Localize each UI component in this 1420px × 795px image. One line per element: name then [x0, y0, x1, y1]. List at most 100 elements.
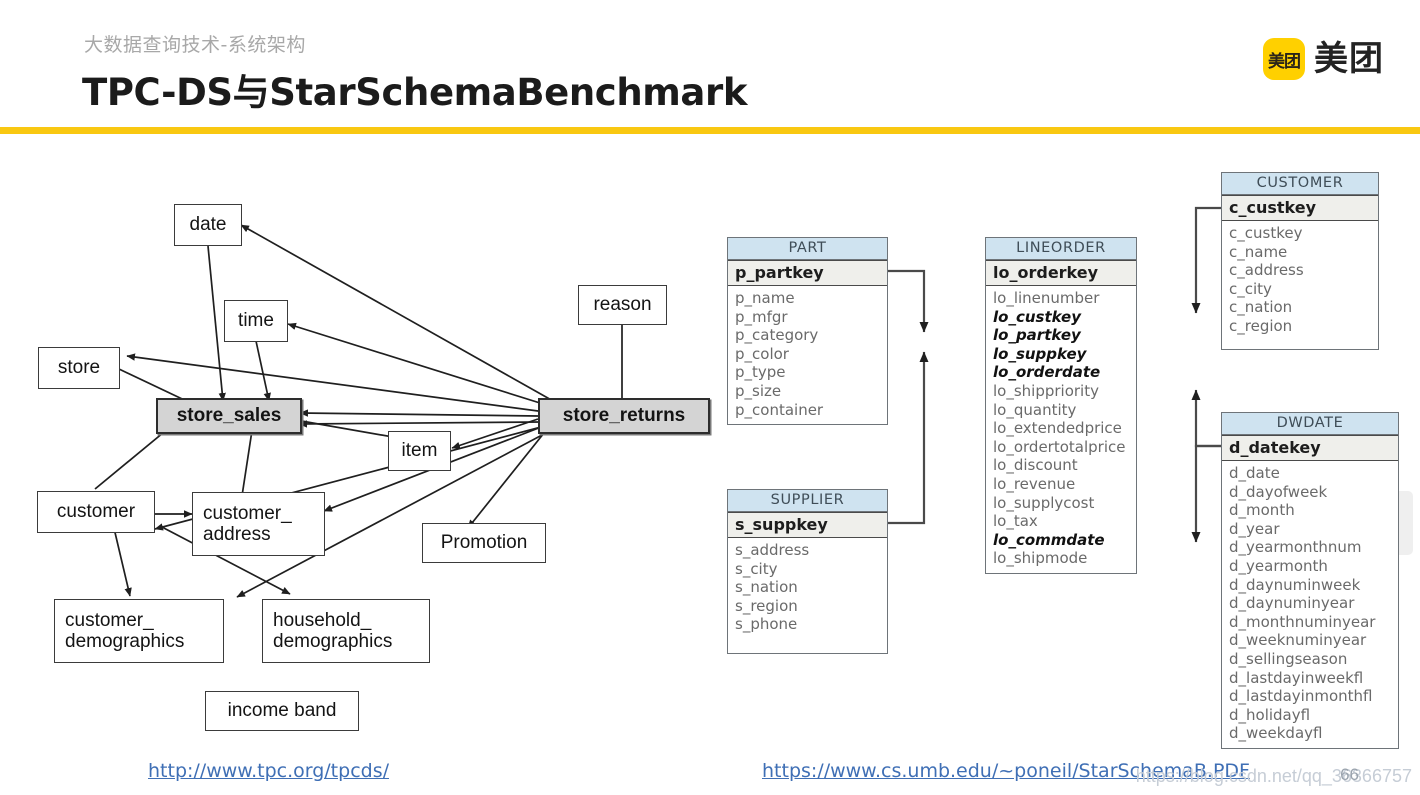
er-node-reason[interactable]: reason [578, 285, 667, 325]
accent-divider [0, 127, 1420, 134]
er-node-promotion[interactable]: Promotion [422, 523, 546, 563]
er-node-time[interactable]: time [224, 300, 288, 342]
table-primary-key: c_custkey [1222, 195, 1378, 221]
er-node-label: time [238, 310, 274, 332]
table-primary-key: p_partkey [728, 260, 887, 286]
table-column: lo_discount [993, 456, 1078, 475]
er-node-household-demographics[interactable]: household_ demographics [262, 599, 430, 663]
er-node-item[interactable]: item [388, 431, 451, 471]
table-column: lo_linenumber [993, 289, 1100, 307]
page-title: TPC-DS与StarSchemaBenchmark [82, 71, 748, 114]
table-column: c_address [1229, 261, 1304, 280]
table-column: d_date [1229, 464, 1280, 482]
table-column-spacer [735, 634, 887, 648]
table-header: PART [728, 238, 887, 260]
table-primary-key: lo_orderkey [986, 260, 1136, 286]
table-header: LINEORDER [986, 238, 1136, 260]
slide-kicker: 大数据查询技术-系统架构 [84, 34, 306, 56]
table-column: lo_shipmode [993, 549, 1088, 568]
table-column: lo_quantity [993, 400, 1077, 419]
table-column: s_nation [735, 578, 798, 597]
schema-table-lineorder[interactable]: LINEORDER lo_orderkey lo_linenumber lo_c… [985, 237, 1137, 574]
er-node-label: income band [227, 700, 337, 722]
meituan-logo: 美团 美团 [1263, 36, 1384, 82]
table-column: p_container [735, 400, 824, 419]
table-column-fk: lo_commdate [993, 530, 1105, 549]
er-node-label: item [401, 440, 438, 462]
table-column: p_category [735, 326, 819, 345]
er-node-date[interactable]: date [174, 204, 242, 246]
er-node-label: customer_ demographics [65, 609, 185, 652]
table-column: d_sellingseason [1229, 649, 1348, 668]
table-column: s_phone [735, 615, 798, 634]
table-column: d_daynuminyear [1229, 594, 1355, 613]
table-column-fk: lo_partkey [993, 326, 1081, 345]
er-node-label: date [189, 214, 227, 236]
table-column: lo_extendedprice [993, 419, 1122, 438]
table-column-fk: lo_orderdate [993, 363, 1101, 382]
er-node-label: reason [593, 294, 652, 316]
er-node-label: household_ demographics [273, 609, 393, 652]
table-column: c_region [1229, 316, 1293, 335]
slide-header: 大数据查询技术-系统架构 TPC-DS与StarSchemaBenchmark … [0, 0, 1420, 128]
er-node-store[interactable]: store [38, 347, 120, 389]
table-column: c_city [1229, 279, 1272, 298]
table-columns: c_custkey c_name c_address c_city c_nati… [1222, 221, 1378, 349]
table-column: s_city [735, 559, 778, 578]
table-column: d_yearmonth [1229, 556, 1328, 575]
er-node-label: customer_ address [203, 502, 292, 545]
table-column: d_lastdayinmonthfl [1229, 687, 1373, 706]
table-column: c_name [1229, 242, 1288, 261]
er-node-store-returns[interactable]: store_returns [538, 398, 710, 434]
schema-table-part[interactable]: PART p_partkey p_name p_mfgr p_category … [727, 237, 888, 426]
table-column: d_daynuminweek [1229, 575, 1361, 594]
table-column: d_weeknuminyear [1229, 631, 1367, 650]
er-node-label: Promotion [440, 532, 528, 554]
table-column-spacer [1229, 336, 1378, 344]
er-node-store-sales[interactable]: store_sales [156, 398, 302, 434]
table-column: s_region [735, 596, 798, 615]
er-node-income-band[interactable]: income band [205, 691, 359, 731]
table-column: lo_revenue [993, 474, 1076, 493]
table-column: d_weekdayfl [1229, 724, 1323, 743]
table-column: lo_supplycost [993, 493, 1095, 512]
table-column: c_nation [1229, 298, 1293, 317]
csdn-watermark: https://blog.csdn.net/qq_36366757 [1135, 766, 1412, 786]
slide-body: date time store store_sales store_return… [0, 134, 1420, 795]
meituan-badge-icon: 美团 [1263, 38, 1305, 80]
schema-table-customer[interactable]: CUSTOMER c_custkey c_custkey c_name c_ad… [1221, 172, 1379, 350]
table-column: d_yearmonthnum [1229, 538, 1362, 557]
table-column: d_month [1229, 501, 1295, 520]
table-column: p_mfgr [735, 307, 788, 326]
table-header: DWDATE [1222, 413, 1398, 435]
table-columns: lo_linenumber lo_custkey lo_partkey lo_s… [986, 286, 1136, 573]
er-node-label: store [57, 357, 101, 379]
table-column: d_dayofweek [1229, 482, 1328, 501]
table-primary-key: d_datekey [1222, 435, 1398, 461]
table-column: p_name [735, 289, 795, 307]
table-columns: p_name p_mfgr p_category p_color p_type … [728, 286, 887, 424]
er-node-label: customer [56, 501, 136, 523]
table-column-fk: lo_custkey [993, 307, 1082, 326]
page-number: 66 [1340, 765, 1359, 784]
schema-table-supplier[interactable]: SUPPLIER s_suppkey s_address s_city s_na… [727, 489, 888, 654]
er-node-customer-demographics[interactable]: customer_ demographics [54, 599, 224, 663]
table-column: d_year [1229, 519, 1280, 538]
er-node-customer[interactable]: customer [37, 491, 155, 533]
table-column: d_holidayfl [1229, 705, 1311, 724]
table-column: s_address [735, 541, 810, 559]
meituan-badge-label: 美团 [1268, 51, 1301, 72]
tpcds-link[interactable]: http://www.tpc.org/tpcds/ [148, 760, 389, 782]
er-node-customer-address[interactable]: customer_ address [192, 492, 325, 556]
table-column-fk: lo_suppkey [993, 344, 1087, 363]
schema-table-dwdate[interactable]: DWDATE d_datekey d_date d_dayofweek d_mo… [1221, 412, 1399, 749]
table-column: d_monthnuminyear [1229, 612, 1376, 631]
meituan-wordmark: 美团 [1314, 39, 1384, 79]
table-header: CUSTOMER [1222, 173, 1378, 195]
table-column: c_custkey [1229, 224, 1303, 242]
table-column: lo_ordertotalprice [993, 437, 1126, 456]
table-columns: d_date d_dayofweek d_month d_year d_year… [1222, 461, 1398, 748]
table-column: d_lastdayinweekfl [1229, 668, 1364, 687]
er-node-label: store_returns [562, 405, 686, 427]
table-column: p_size [735, 381, 782, 400]
